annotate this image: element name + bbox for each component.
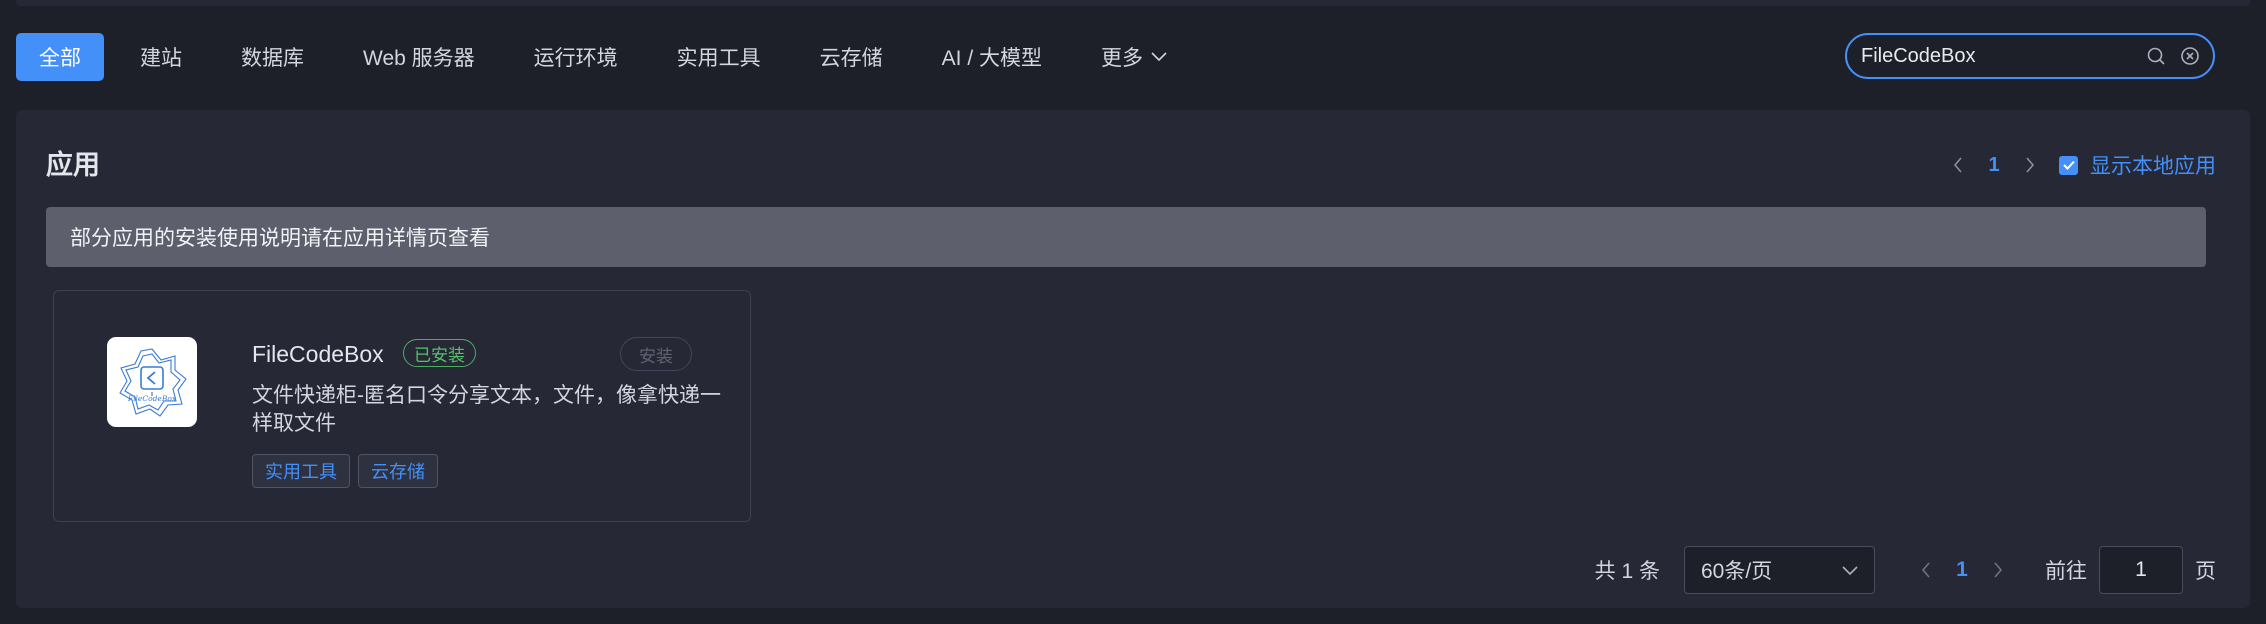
top-pager: 1 显示本地应用 <box>1943 150 2216 180</box>
filecodebox-logo: FileCodeBox <box>107 337 197 427</box>
tab-label: 建站 <box>140 47 182 70</box>
app-description: 文件快递柜-匿名口令分享文本，文件，像拿快递一样取文件 <box>252 384 721 435</box>
tag-storage[interactable]: 云存储 <box>358 454 438 488</box>
tab-label: 实用工具 <box>676 47 761 70</box>
install-button[interactable]: 安装 <box>620 337 692 371</box>
tab-database[interactable]: 数据库 <box>218 33 327 81</box>
tab-label: AI / 大模型 <box>941 47 1042 70</box>
tab-label: Web 服务器 <box>363 47 475 70</box>
tab-tools[interactable]: 实用工具 <box>654 33 784 81</box>
tab-ai[interactable]: AI / 大模型 <box>919 33 1065 81</box>
goto-page-input[interactable] <box>2099 546 2183 594</box>
tab-website[interactable]: 建站 <box>117 33 205 81</box>
app-tags: 实用工具 云存储 <box>252 454 446 488</box>
tab-label: 数据库 <box>241 47 304 70</box>
search-input[interactable] <box>1847 35 2145 77</box>
chevron-down-icon <box>1151 52 1167 62</box>
page-title: 应用 <box>46 150 100 180</box>
goto-label: 前往 <box>2045 560 2087 583</box>
tab-more[interactable]: 更多 <box>1078 33 1190 81</box>
tab-storage[interactable]: 云存储 <box>797 33 906 81</box>
prev-page-icon[interactable] <box>1911 555 1941 585</box>
tab-runtime[interactable]: 运行环境 <box>511 33 641 81</box>
tab-label: 运行环境 <box>533 47 618 70</box>
search-icon[interactable] <box>2145 45 2167 67</box>
page-size-select[interactable]: 60条/页 <box>1684 546 1875 594</box>
tab-label: 全部 <box>39 47 81 70</box>
next-page-icon[interactable] <box>1983 555 2013 585</box>
show-local-apps-checkbox[interactable]: 显示本地应用 <box>2059 150 2216 180</box>
category-tabs: 全部 建站 数据库 Web 服务器 运行环境 实用工具 云存储 AI / 大模型… <box>16 33 1203 81</box>
svg-text:FileCodeBox: FileCodeBox <box>127 394 177 403</box>
chevron-down-icon <box>1842 558 1858 582</box>
page-suffix: 页 <box>2195 560 2216 583</box>
tab-web-server[interactable]: Web 服务器 <box>340 33 498 81</box>
total-count: 共 1 条 <box>1594 560 1660 583</box>
installed-badge: 已安装 <box>403 339 476 367</box>
tab-label: 云存储 <box>819 47 883 70</box>
show-local-apps-label: 显示本地应用 <box>2090 155 2216 178</box>
tag-tools[interactable]: 实用工具 <box>252 454 350 488</box>
checkmark-icon <box>2059 155 2078 175</box>
notice-banner: 部分应用的安装使用说明请在应用详情页查看 <box>46 207 2206 267</box>
bottom-pagination: 共 1 条 60条/页 1 前往 页 <box>1595 546 2216 594</box>
chevron-left-icon[interactable] <box>1943 150 1973 180</box>
tab-label: 更多 <box>1101 47 1143 70</box>
page-number[interactable]: 1 <box>1941 558 1983 582</box>
page-size-value: 60条/页 <box>1701 560 1773 583</box>
tab-all[interactable]: 全部 <box>16 33 104 81</box>
clear-icon[interactable] <box>2179 45 2201 67</box>
app-name[interactable]: FileCodeBox <box>252 341 384 368</box>
app-card[interactable]: FileCodeBox FileCodeBox 已安装 安装 文件快递柜-匿名口… <box>53 290 751 522</box>
chevron-right-icon[interactable] <box>2015 150 2045 180</box>
search-box <box>1845 33 2215 79</box>
top-strip <box>16 0 2250 6</box>
apps-panel: 应用 1 显示本地应用 部分应用的安装使用说明请在应用详情页查看 FileCod… <box>16 110 2250 608</box>
current-page[interactable]: 1 <box>1973 154 2015 177</box>
